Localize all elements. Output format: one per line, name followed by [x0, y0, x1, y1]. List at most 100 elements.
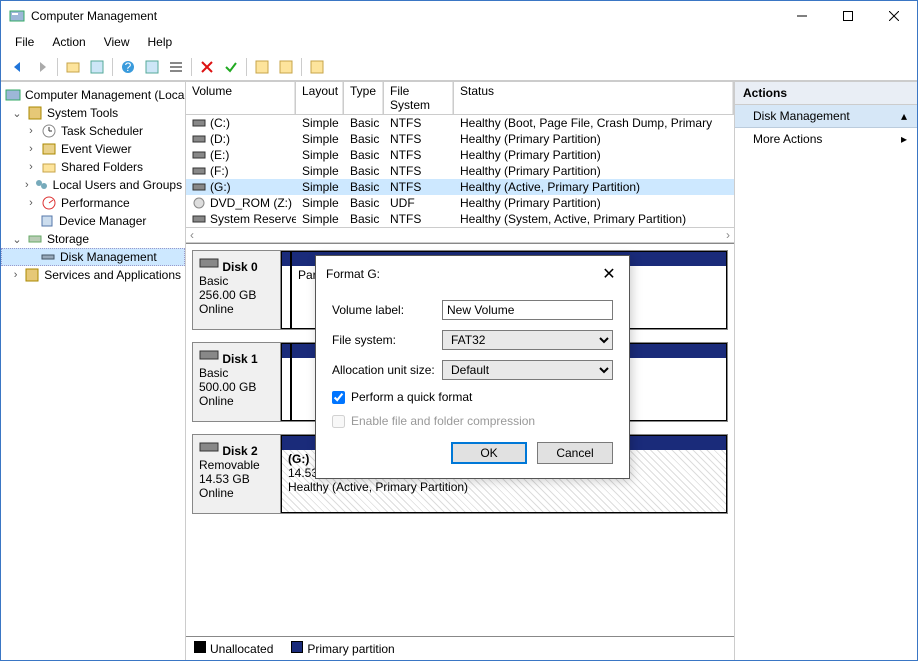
tool-button-1[interactable]	[251, 56, 273, 78]
maximize-button[interactable]	[825, 1, 871, 31]
col-status[interactable]: Status	[454, 82, 734, 114]
volume-row[interactable]: (D:)SimpleBasicNTFSHealthy (Primary Part…	[186, 131, 734, 147]
volume-row[interactable]: System ReservedSimpleBasicNTFSHealthy (S…	[186, 211, 734, 227]
disk-size: 500.00 GB	[199, 380, 256, 394]
chevron-right-icon[interactable]: ›	[25, 179, 29, 191]
volume-row[interactable]: (E:)SimpleBasicNTFSHealthy (Primary Part…	[186, 147, 734, 163]
chevron-right-icon[interactable]: ›	[25, 197, 37, 209]
menu-view[interactable]: View	[96, 33, 138, 51]
partition[interactable]	[281, 343, 291, 421]
disk-size: 256.00 GB	[199, 288, 256, 302]
compression-checkbox	[332, 415, 345, 428]
navigation-tree[interactable]: Computer Management (Local ⌄ System Tool…	[1, 82, 186, 660]
check-button[interactable]	[220, 56, 242, 78]
chevron-down-icon[interactable]: ⌄	[11, 233, 23, 246]
disk-type: Basic	[199, 274, 228, 288]
tree-task-scheduler[interactable]: › Task Scheduler	[1, 122, 185, 140]
volume-label-input[interactable]	[442, 300, 613, 320]
col-type[interactable]: Type	[344, 82, 384, 114]
hscroll[interactable]: ‹›	[186, 227, 734, 243]
back-button[interactable]	[7, 56, 29, 78]
cancel-button[interactable]: Cancel	[537, 442, 613, 464]
actions-pane: Actions Disk Management ▴ More Actions▸	[735, 82, 917, 660]
volume-icon	[192, 213, 206, 225]
disk-state: Online	[199, 486, 234, 500]
chevron-right-icon: ▸	[901, 132, 907, 146]
toolbar: ?	[1, 53, 917, 81]
disk-state: Online	[199, 302, 234, 316]
actions-header: Actions	[735, 82, 917, 105]
actions-label: Disk Management	[753, 109, 850, 123]
actions-more[interactable]: More Actions▸	[735, 128, 917, 150]
legend-swatch-primary	[291, 641, 303, 653]
tree-label: Task Scheduler	[61, 124, 143, 138]
minimize-button[interactable]	[779, 1, 825, 31]
collapse-icon: ▴	[901, 109, 907, 123]
menu-help[interactable]: Help	[140, 33, 181, 51]
refresh-button[interactable]	[141, 56, 163, 78]
tree-storage[interactable]: ⌄Storage	[1, 230, 185, 248]
volume-list[interactable]: (C:)SimpleBasicNTFSHealthy (Boot, Page F…	[186, 115, 734, 227]
quick-format-checkbox[interactable]	[332, 391, 345, 404]
volume-icon	[192, 181, 206, 193]
tree-label: Local Users and Groups	[53, 178, 182, 192]
ok-button[interactable]: OK	[451, 442, 527, 464]
list-button[interactable]	[165, 56, 187, 78]
allocation-unit-select[interactable]: Default	[442, 360, 613, 380]
volume-icon	[192, 165, 206, 177]
col-volume[interactable]: Volume	[186, 82, 296, 114]
tree-shared-folders[interactable]: › Shared Folders	[1, 158, 185, 176]
volume-row[interactable]: DVD_ROM (Z:)SimpleBasicUDFHealthy (Prima…	[186, 195, 734, 211]
tree-event-viewer[interactable]: ›Event Viewer	[1, 140, 185, 158]
disk-label: Disk 1	[222, 352, 257, 366]
delete-button[interactable]	[196, 56, 218, 78]
tree-label: Shared Folders	[61, 160, 143, 174]
chevron-right-icon[interactable]: ›	[25, 161, 37, 173]
format-dialog: Format G: ✕ Volume label: File system: F…	[315, 255, 630, 479]
tree-system-tools[interactable]: ⌄ System Tools	[1, 104, 185, 122]
up-button[interactable]	[62, 56, 84, 78]
disk-info: Disk 0 Basic 256.00 GB Online	[193, 251, 281, 329]
actions-disk-management[interactable]: Disk Management ▴	[735, 105, 917, 128]
volume-row[interactable]: (G:)SimpleBasicNTFSHealthy (Active, Prim…	[186, 179, 734, 195]
file-system-select[interactable]: FAT32	[442, 330, 613, 350]
chevron-down-icon[interactable]: ⌄	[11, 107, 23, 120]
disk-type: Removable	[199, 458, 260, 472]
quick-format-label: Perform a quick format	[351, 390, 472, 404]
tree-root[interactable]: Computer Management (Local	[1, 86, 185, 104]
forward-button[interactable]	[31, 56, 53, 78]
volume-icon	[192, 117, 206, 129]
chevron-right-icon[interactable]: ›	[11, 269, 20, 281]
disk-icon	[199, 439, 219, 455]
col-layout[interactable]: Layout	[296, 82, 344, 114]
col-fs[interactable]: File System	[384, 82, 454, 114]
tree-local-users[interactable]: › Local Users and Groups	[1, 176, 185, 194]
chevron-right-icon[interactable]: ›	[25, 125, 37, 137]
menu-bar: File Action View Help	[1, 31, 917, 53]
window-title: Computer Management	[31, 9, 779, 23]
volume-row[interactable]: (F:)SimpleBasicNTFSHealthy (Primary Part…	[186, 163, 734, 179]
tree-services[interactable]: ›Services and Applications	[1, 266, 185, 284]
volume-icon	[192, 149, 206, 161]
properties-button[interactable]	[86, 56, 108, 78]
tool-button-3[interactable]	[306, 56, 328, 78]
tree-performance[interactable]: ›Performance	[1, 194, 185, 212]
menu-file[interactable]: File	[7, 33, 42, 51]
legend: Unallocated Primary partition	[186, 636, 734, 660]
tool-button-2[interactable]	[275, 56, 297, 78]
chevron-right-icon[interactable]: ›	[25, 143, 37, 155]
partition[interactable]	[281, 251, 291, 329]
tree-disk-management[interactable]: Disk Management	[1, 248, 185, 266]
menu-action[interactable]: Action	[44, 33, 93, 51]
compression-label: Enable file and folder compression	[351, 414, 535, 428]
disk-info: Disk 1 Basic 500.00 GB Online	[193, 343, 281, 421]
help-button[interactable]: ?	[117, 56, 139, 78]
partition-status: Healthy (Active, Primary Partition)	[288, 480, 468, 494]
tree-device-manager[interactable]: Device Manager	[1, 212, 185, 230]
legend-label: Primary partition	[307, 642, 394, 656]
volume-row[interactable]: (C:)SimpleBasicNTFSHealthy (Boot, Page F…	[186, 115, 734, 131]
disk-size: 14.53 GB	[199, 472, 250, 486]
dialog-close-button[interactable]: ✕	[599, 264, 619, 284]
close-button[interactable]	[871, 1, 917, 31]
dialog-title: Format G:	[326, 267, 380, 281]
